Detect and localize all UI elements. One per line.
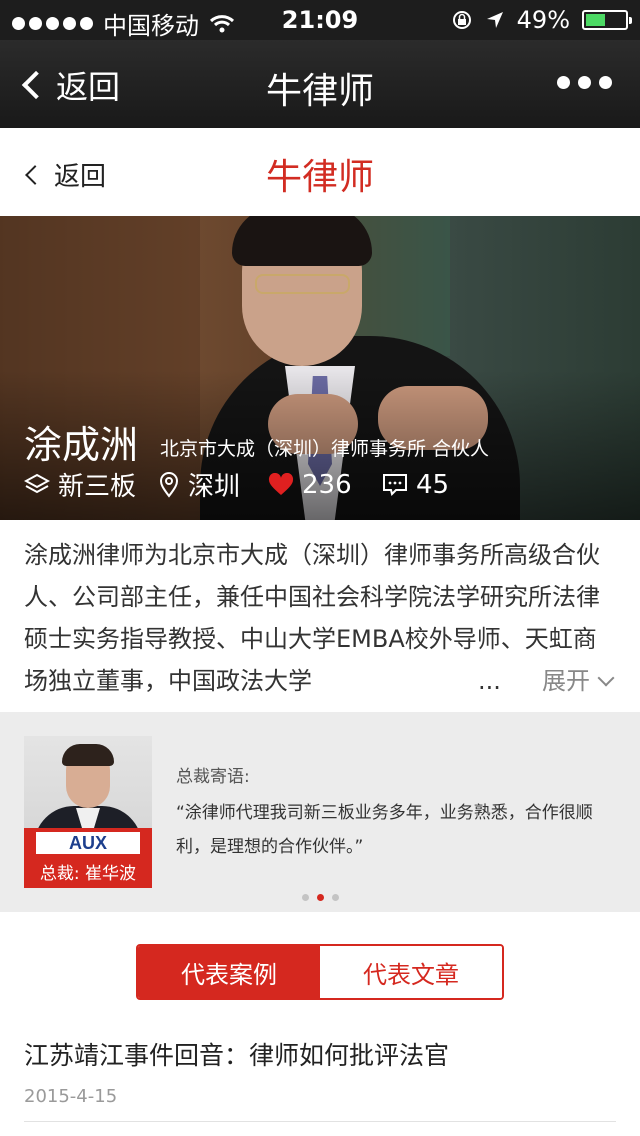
case-list: 江苏靖江事件回音：律师如何批评法官 2015-4-15 <box>24 1036 616 1122</box>
status-right: 49% <box>451 6 632 34</box>
page-title: 牛律师 <box>265 157 374 198</box>
lawyer-name: 涂成洲 <box>24 423 139 467</box>
likes-stat[interactable]: 236 <box>268 470 382 500</box>
list-item[interactable]: 江苏靖江事件回音：律师如何批评法官 2015-4-15 <box>24 1036 616 1122</box>
content-tabs: 代表案例 代表文章 <box>136 944 504 1000</box>
city-label: 深圳 <box>188 472 241 502</box>
portrait-hair <box>62 744 114 766</box>
testimonial-label: 总裁寄语: <box>176 767 250 787</box>
comment-icon[interactable] <box>382 473 408 497</box>
testimonial-carousel[interactable]: AUX 总裁: 崔华波 总裁寄语: “涂律师代理我司新三板业务多年，业务熟悉，合… <box>0 712 640 912</box>
lawyer-stats: 新三板 深圳 236 45 <box>24 466 449 503</box>
testimonial-quote: “涂律师代理我司新三板业务多年，业务熟悉，合作很顺利，是理想的合作伙伴。” <box>176 803 593 857</box>
hero-photo-glasses <box>255 274 350 294</box>
portrait-caption: 总裁: 崔华波 <box>39 864 137 884</box>
lawyer-intro: 涂成洲律师为北京市大成（深圳）律师事务所高级合伙人、公司部主任，兼任中国社会科学… <box>24 534 620 702</box>
battery-fill <box>586 14 605 26</box>
chevron-down-icon <box>597 669 615 687</box>
status-bar: 中国移动 21:09 49% <box>0 0 640 40</box>
lawyer-position: 北京市大成（深圳）律师事务所 合伙人 <box>160 438 490 460</box>
tab-cases[interactable]: 代表案例 <box>138 946 320 998</box>
expand-button[interactable]: 展开 <box>518 660 615 702</box>
city-stat: 深圳 <box>158 466 268 503</box>
lawyer-hero: 涂成洲 北京市大成（深圳）律师事务所 合伙人 新三板 深圳 236 45 <box>0 216 640 520</box>
more-dots-icon[interactable] <box>557 76 612 89</box>
expand-label: 展开 <box>542 667 590 695</box>
carousel-dot[interactable] <box>331 894 339 901</box>
hero-photo-hair <box>232 216 372 266</box>
layers-icon <box>24 473 50 493</box>
likes-count: 236 <box>302 469 352 500</box>
comments-stat[interactable]: 45 <box>382 470 449 500</box>
nav-bar: 返回 牛律师 <box>0 40 640 128</box>
specialty-label: 新三板 <box>58 472 137 502</box>
battery-icon <box>582 10 632 30</box>
intro-ellipsis: ... <box>478 667 501 695</box>
carousel-dot[interactable] <box>301 894 309 901</box>
location-arrow-icon <box>486 12 503 28</box>
battery-percent: 49% <box>516 6 570 34</box>
list-item-date: 2015-4-15 <box>24 1086 118 1107</box>
location-pin-icon <box>159 471 179 498</box>
list-item-title: 江苏靖江事件回音：律师如何批评法官 <box>24 1041 450 1070</box>
specialty-stat: 新三板 <box>24 466 158 503</box>
comments-count: 45 <box>416 469 450 500</box>
testimonial-portrait: AUX 总裁: 崔华波 <box>24 736 152 888</box>
page-header: 返回 牛律师 <box>0 128 640 216</box>
carousel-dots[interactable] <box>0 894 640 901</box>
rotation-lock-icon <box>452 11 471 29</box>
heart-icon[interactable] <box>268 472 294 497</box>
tab-articles[interactable]: 代表文章 <box>320 946 502 998</box>
brand-logo: AUX <box>36 832 140 854</box>
nav-title: 牛律师 <box>265 71 374 112</box>
carousel-dot[interactable] <box>316 894 324 901</box>
